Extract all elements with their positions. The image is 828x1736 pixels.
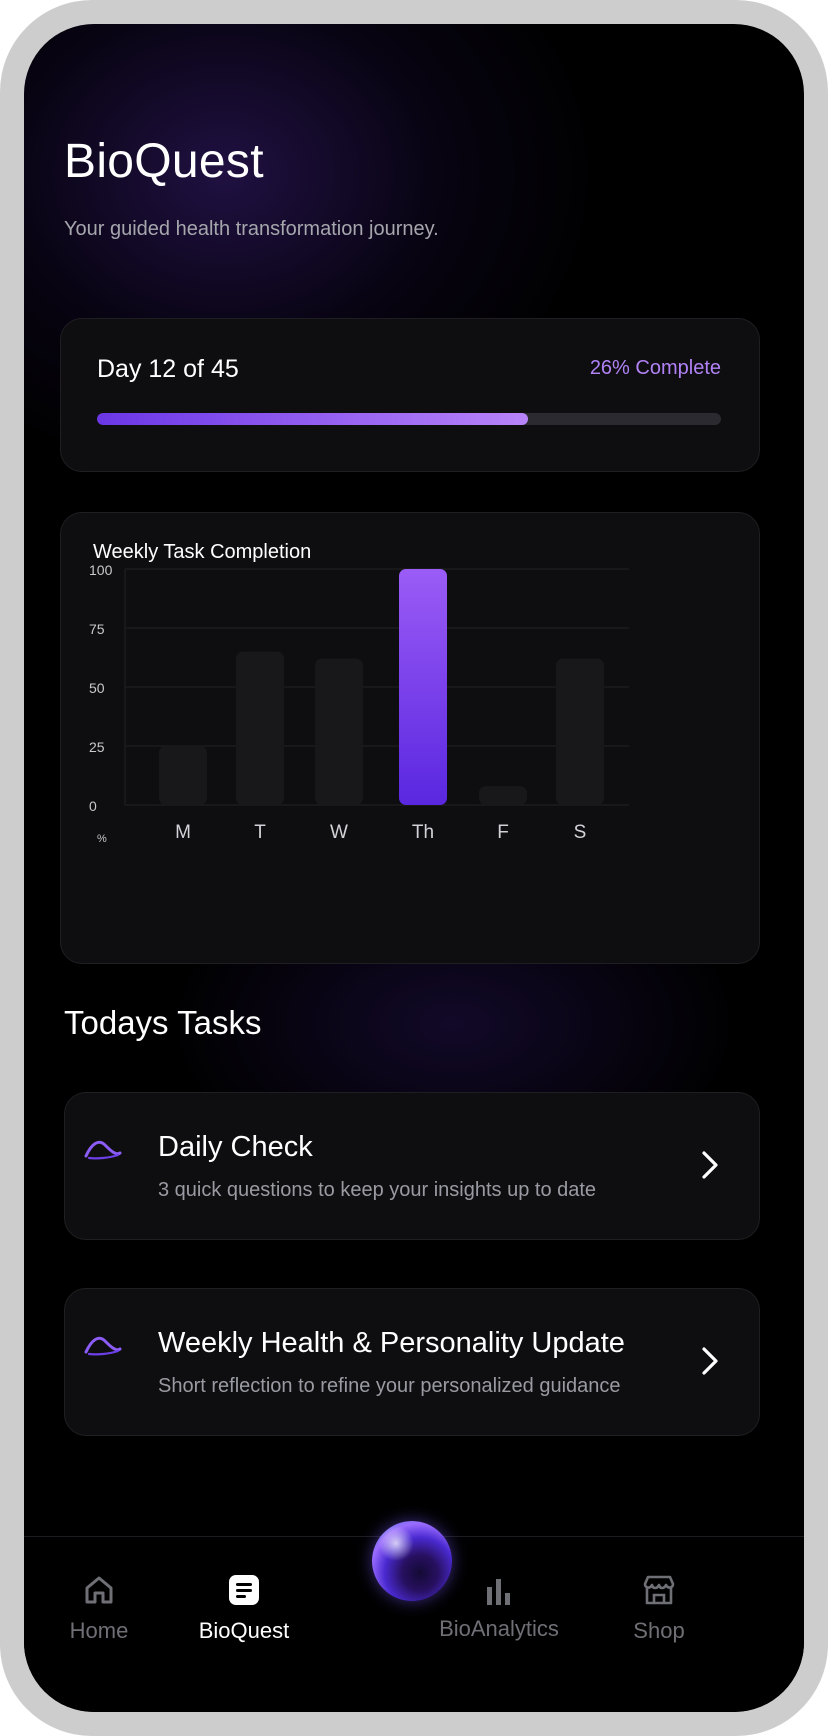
nav-home[interactable]: Home xyxy=(54,1573,144,1644)
nav-label: Shop xyxy=(633,1618,685,1643)
page-title: BioQuest xyxy=(64,135,264,188)
chart-bar xyxy=(236,651,284,805)
nav-shop[interactable]: Shop xyxy=(614,1573,704,1644)
weekly-bar-chart: 100 75 50 25 0% M T W Th F S xyxy=(89,562,629,845)
x-tick-label: W xyxy=(330,822,348,843)
chart-bar xyxy=(159,746,207,805)
y-tick-label: 50 xyxy=(89,680,105,696)
task-description: Short reflection to refine your personal… xyxy=(158,1375,621,1397)
bar-chart-icon xyxy=(487,1579,510,1605)
chart-bar xyxy=(315,658,363,805)
chart-bar xyxy=(399,569,447,805)
chart-bar xyxy=(479,786,527,805)
task-title: Weekly Health & Personality Update xyxy=(158,1327,625,1359)
tasks-section-title: Todays Tasks xyxy=(64,1004,262,1041)
x-tick-label: T xyxy=(254,822,266,843)
task-description: 3 quick questions to keep your insights … xyxy=(158,1179,597,1201)
y-tick-label: 25 xyxy=(89,739,105,755)
x-tick-label: S xyxy=(574,822,587,843)
device-frame: BioQuest Your guided health transformati… xyxy=(0,0,828,1736)
nav-bioquest[interactable]: BioQuest xyxy=(189,1573,299,1644)
store-icon xyxy=(643,1575,675,1605)
bottom-nav: Home BioQuest BioAnalytics Shop xyxy=(24,1521,804,1712)
document-icon xyxy=(229,1575,259,1605)
y-axis-unit-label: % xyxy=(97,833,107,845)
app-screen: BioQuest Your guided health transformati… xyxy=(24,24,804,1712)
chevron-right-icon xyxy=(702,1151,718,1179)
nav-label: BioAnalytics xyxy=(439,1616,559,1641)
day-counter: Day 12 of 45 xyxy=(97,355,239,383)
chevron-right-icon xyxy=(702,1347,718,1375)
page-subtitle: Your guided health transformation journe… xyxy=(64,218,439,240)
home-icon xyxy=(85,1576,113,1604)
nav-label: BioQuest xyxy=(198,1618,290,1643)
completion-percent: 26% Complete xyxy=(589,357,721,379)
x-tick-label: F xyxy=(497,822,509,843)
chart-bar xyxy=(556,658,604,805)
y-tick-label: 0 xyxy=(89,798,97,814)
progress-track xyxy=(97,413,721,425)
y-tick-label: 100 xyxy=(89,562,113,578)
task-title: Daily Check xyxy=(158,1131,313,1163)
x-tick-label: Th xyxy=(412,822,434,843)
y-tick-label: 75 xyxy=(89,621,105,637)
progress-card: Day 12 of 45 26% Complete xyxy=(60,318,760,472)
nav-label: Home xyxy=(69,1618,129,1643)
wave-icon xyxy=(84,1140,122,1160)
wave-icon xyxy=(84,1336,122,1356)
weekly-chart-card: Weekly Task Completion 100 75 50 25 0% M T W Th F… xyxy=(60,512,760,964)
nav-bioanalytics[interactable]: BioAnalytics xyxy=(429,1575,569,1642)
task-card-weekly-update[interactable]: Weekly Health & Personality Update Short… xyxy=(64,1288,760,1436)
progress-fill xyxy=(97,413,528,425)
task-card-daily-check[interactable]: Daily Check 3 quick questions to keep yo… xyxy=(64,1092,760,1240)
x-tick-label: M xyxy=(175,822,191,843)
